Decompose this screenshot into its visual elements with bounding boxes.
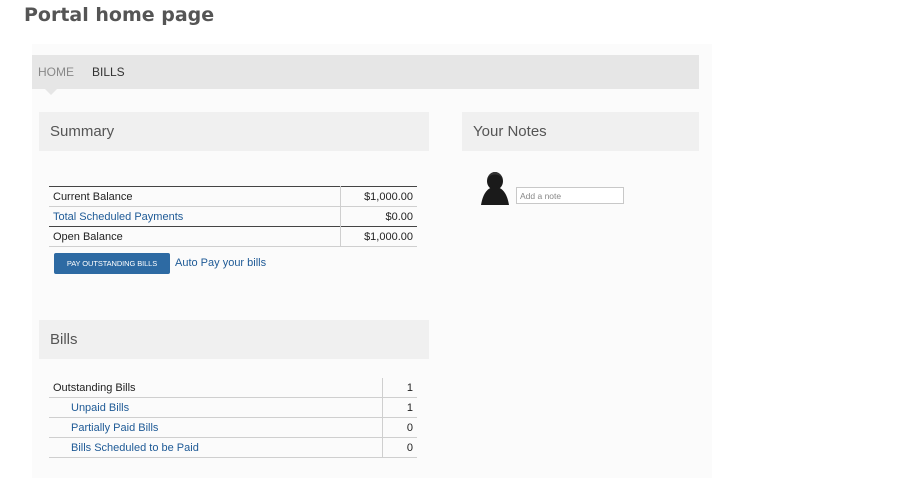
pay-outstanding-bills-button[interactable]: PAY OUTSTANDING BILLS	[54, 253, 170, 274]
table-row: Bills Scheduled to be Paid 0	[49, 437, 417, 458]
table-row: Total Scheduled Payments $0.00	[49, 206, 417, 227]
current-balance-value: $1,000.00	[340, 186, 417, 207]
bills-table: Outstanding Bills 1 Unpaid Bills 1 Parti…	[49, 378, 417, 458]
total-scheduled-payments-value: $0.00	[340, 206, 417, 227]
total-scheduled-payments-link[interactable]: Total Scheduled Payments	[49, 207, 341, 227]
nav-bills-tab[interactable]: BILLS	[92, 65, 125, 79]
unpaid-bills-count: 1	[382, 397, 417, 418]
partially-paid-bills-link[interactable]: Partially Paid Bills	[49, 418, 383, 438]
bills-scheduled-count: 0	[382, 437, 417, 458]
open-balance-value: $1,000.00	[340, 226, 417, 247]
page-heading: Portal home page	[24, 4, 215, 26]
unpaid-bills-link[interactable]: Unpaid Bills	[49, 398, 383, 418]
bills-panel-title: Bills	[39, 320, 429, 359]
summary-panel-title: Summary	[39, 112, 429, 151]
add-note-input[interactable]	[516, 187, 624, 204]
table-row: Outstanding Bills 1	[49, 378, 417, 398]
table-row: Open Balance $1,000.00	[49, 226, 417, 247]
nav-home-tab[interactable]: HOME	[38, 65, 74, 79]
open-balance-label: Open Balance	[53, 230, 123, 243]
notes-panel-title: Your Notes	[462, 112, 699, 151]
outstanding-bills-count: 1	[382, 378, 417, 398]
current-balance-label: Current Balance	[53, 190, 133, 203]
summary-table: Current Balance $1,000.00 Total Schedule…	[49, 186, 417, 247]
table-row: Partially Paid Bills 0	[49, 417, 417, 438]
bills-scheduled-link[interactable]: Bills Scheduled to be Paid	[49, 438, 383, 458]
table-row: Current Balance $1,000.00	[49, 186, 417, 207]
user-silhouette-icon	[481, 172, 509, 205]
auto-pay-link[interactable]: Auto Pay your bills	[175, 257, 266, 269]
table-row: Unpaid Bills 1	[49, 397, 417, 418]
top-navbar: HOME BILLS	[32, 55, 699, 89]
partially-paid-bills-count: 0	[382, 417, 417, 438]
active-tab-caret	[44, 88, 58, 95]
outstanding-bills-label: Outstanding Bills	[53, 381, 136, 394]
